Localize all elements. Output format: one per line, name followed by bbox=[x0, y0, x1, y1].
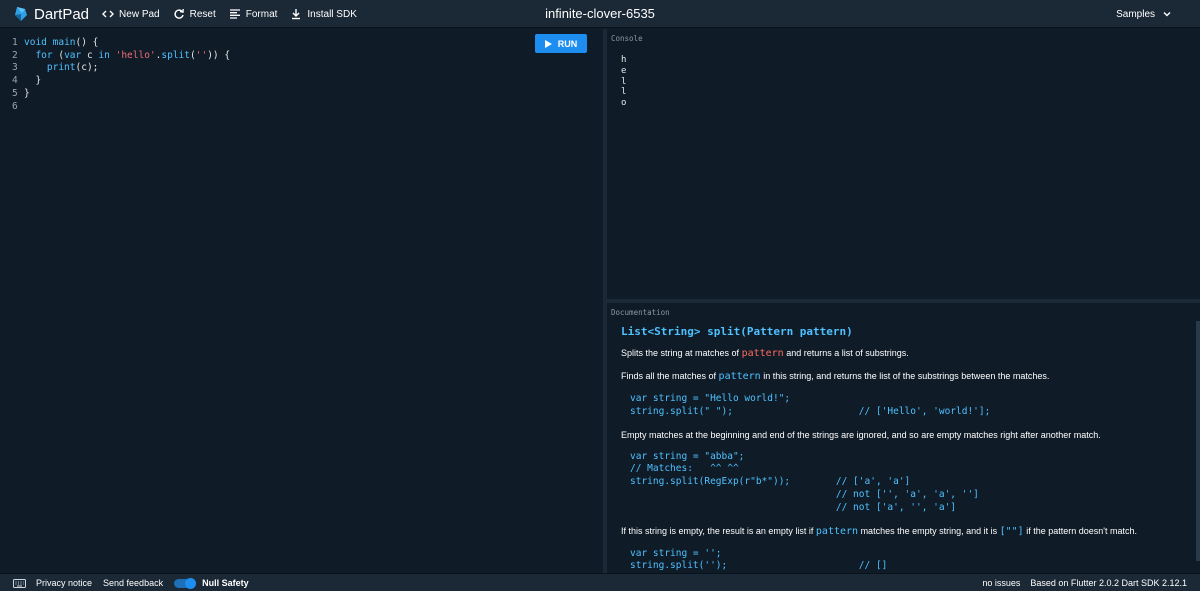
console-line: o bbox=[621, 98, 627, 109]
code-area[interactable]: 1 void main() { 2 for (var c in 'hello'.… bbox=[0, 37, 230, 113]
console-line: l bbox=[621, 87, 627, 98]
reset-label: Reset bbox=[189, 8, 216, 20]
app-name: DartPad bbox=[34, 5, 90, 23]
doc-code-block: var string = ''; string.split(''); // [] bbox=[630, 547, 888, 572]
null-safety-label: Null Safety bbox=[202, 578, 249, 588]
doc-paragraph: Finds all the matches of pattern in this… bbox=[621, 370, 1181, 383]
new-pad-button[interactable]: New Pad bbox=[102, 8, 160, 20]
code-token: ( bbox=[52, 49, 65, 61]
new-pad-label: New Pad bbox=[119, 8, 160, 20]
send-feedback-link[interactable]: Send feedback bbox=[103, 578, 163, 588]
samples-dropdown[interactable]: Samples bbox=[1116, 0, 1172, 28]
code-token: void bbox=[24, 37, 47, 48]
code-token: '' bbox=[195, 49, 208, 61]
run-label: RUN bbox=[557, 38, 578, 49]
toggle-knob bbox=[185, 577, 197, 589]
format-label: Format bbox=[245, 8, 278, 20]
doc-text: If this string is empty, the result is a… bbox=[621, 525, 816, 536]
documentation-scrollbar[interactable] bbox=[1196, 321, 1200, 561]
doc-inline-code: pattern bbox=[815, 525, 859, 537]
doc-paragraph: If this string is empty, the result is a… bbox=[621, 525, 1181, 538]
code-token: (c); bbox=[75, 62, 99, 74]
null-safety-toggle[interactable] bbox=[174, 577, 197, 589]
code-token: c bbox=[81, 49, 99, 61]
dart-logo-icon bbox=[15, 7, 27, 21]
line-number: 6 bbox=[12, 100, 18, 112]
code-token: var bbox=[64, 49, 82, 61]
documentation-label: Documentation bbox=[611, 308, 670, 317]
app-footer: Privacy notice Send feedback Null Safety… bbox=[0, 573, 1200, 591]
samples-label: Samples bbox=[1116, 8, 1155, 20]
line-number: 4 bbox=[12, 75, 18, 87]
console-panel: Console h e l l o bbox=[607, 29, 1200, 299]
line-number: 3 bbox=[12, 62, 18, 74]
download-icon bbox=[292, 9, 301, 20]
chevron-down-icon bbox=[1163, 12, 1171, 17]
documentation-panel: Documentation List<String> split(Pattern… bbox=[607, 303, 1200, 573]
code-brackets-icon bbox=[102, 10, 115, 18]
doc-text: in this string, and returns the list of … bbox=[760, 371, 1050, 381]
doc-code-block: var string = "Hello world!"; string.spli… bbox=[630, 393, 991, 417]
code-line: 6 bbox=[0, 101, 230, 114]
line-number: 1 bbox=[12, 37, 18, 48]
doc-text: matches the empty string, and it is bbox=[858, 525, 1000, 536]
install-sdk-label: Install SDK bbox=[307, 8, 357, 20]
code-token: for bbox=[35, 49, 53, 61]
code-line: 4 } bbox=[0, 75, 230, 88]
code-token: main bbox=[52, 37, 76, 48]
code-line: 3 print(c); bbox=[0, 62, 230, 75]
code-token: } bbox=[24, 75, 42, 87]
documentation-body: List<String> split(Pattern pattern) Spli… bbox=[621, 325, 1181, 573]
footer-left: Privacy notice Send feedback Null Safety bbox=[13, 574, 249, 591]
doc-paragraph: Splits the string at matches of pattern … bbox=[621, 347, 1181, 360]
doc-paragraph: Empty matches at the beginning and end o… bbox=[621, 429, 1101, 440]
code-token: print bbox=[46, 62, 76, 74]
doc-inline-code: pattern bbox=[718, 371, 761, 382]
code-token: } bbox=[24, 87, 30, 99]
console-line: h bbox=[621, 55, 627, 65]
keyboard-icon[interactable] bbox=[13, 578, 26, 588]
privacy-notice-link[interactable]: Privacy notice bbox=[36, 578, 92, 588]
refresh-icon bbox=[174, 8, 184, 19]
footer-right: no issues Based on Flutter 2.0.2 Dart SD… bbox=[982, 574, 1187, 591]
doc-text: if the pattern doesn't match. bbox=[1023, 525, 1138, 536]
play-icon bbox=[544, 39, 552, 48]
doc-text: and returns a list of substrings. bbox=[783, 348, 909, 358]
doc-code-block: var string = "abba"; // Matches: ^^ ^^ s… bbox=[630, 450, 979, 513]
console-output: h e l l o bbox=[621, 55, 626, 109]
code-line: 5 } bbox=[0, 88, 230, 101]
code-token: split bbox=[161, 49, 190, 61]
code-line: 2 for (var c in 'hello'.split('')) { bbox=[0, 50, 230, 63]
run-button[interactable]: RUN bbox=[535, 34, 587, 53]
header-left: DartPad New Pad Reset Format Install SDK bbox=[14, 0, 370, 28]
reset-button[interactable]: Reset bbox=[173, 8, 216, 20]
app-header: DartPad New Pad Reset Format Install SDK… bbox=[0, 0, 1200, 28]
sdk-version: Based on Flutter 2.0.2 Dart SDK 2.12.1 bbox=[1030, 578, 1187, 588]
code-token: )) { bbox=[207, 49, 231, 61]
code-editor[interactable]: 1 void main() { 2 for (var c in 'hello'.… bbox=[0, 29, 603, 573]
doc-text: Splits the string at matches of bbox=[621, 348, 742, 358]
console-line: e bbox=[621, 65, 627, 76]
format-align-icon bbox=[229, 9, 240, 19]
install-sdk-button[interactable]: Install SDK bbox=[290, 8, 357, 20]
format-button[interactable]: Format bbox=[229, 8, 278, 20]
code-token: () { bbox=[75, 37, 99, 48]
console-line: l bbox=[621, 76, 627, 87]
doc-inline-code: pattern bbox=[741, 348, 784, 359]
code-token: in bbox=[98, 49, 110, 61]
line-number: 2 bbox=[12, 49, 18, 61]
code-token: 'hello' bbox=[115, 49, 156, 61]
code-line: 1 void main() { bbox=[0, 37, 230, 50]
line-number: 5 bbox=[12, 87, 18, 99]
doc-signature: List<String> split(Pattern pattern) bbox=[621, 325, 853, 338]
doc-text: Finds all the matches of bbox=[621, 371, 719, 381]
doc-inline-code: [""] bbox=[999, 525, 1024, 537]
issues-status[interactable]: no issues bbox=[982, 578, 1020, 588]
console-label: Console bbox=[611, 34, 643, 43]
